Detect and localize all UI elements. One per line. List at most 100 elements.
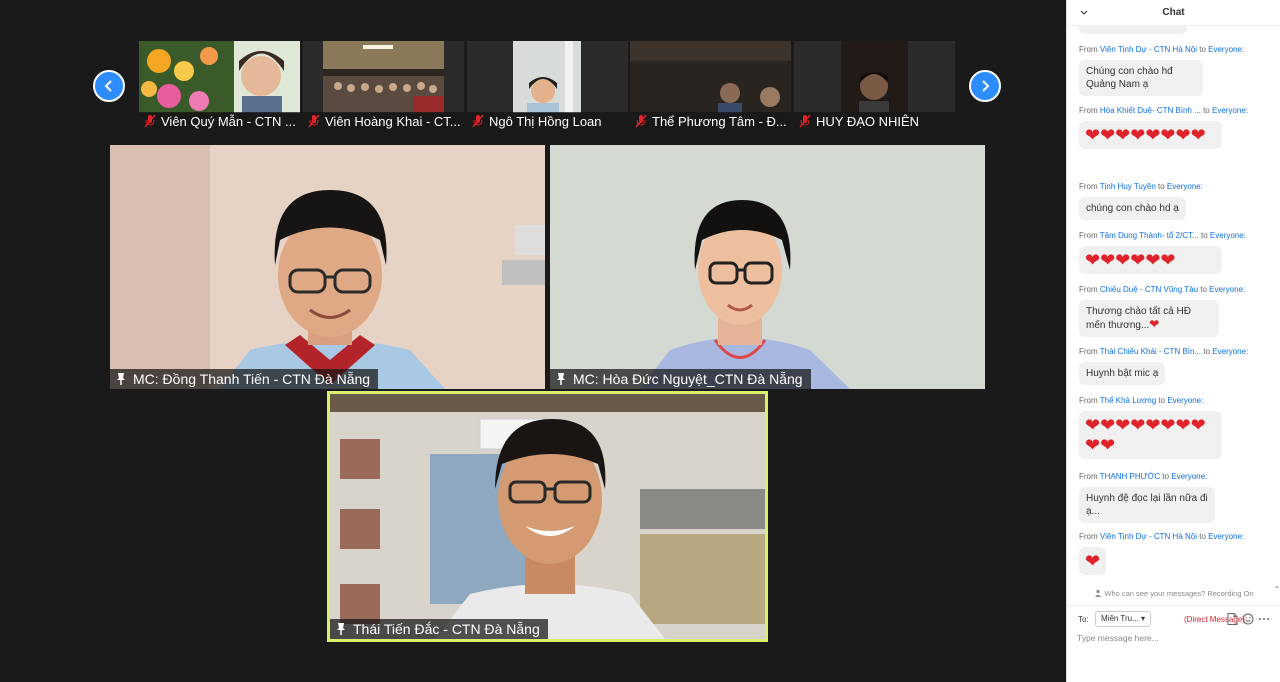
- participant-name: MC: Đồng Thanh Tiến - CTN Đà Nẵng: [133, 371, 371, 387]
- participant-name-bar: Viên Quý Mẫn - CTN ...: [139, 112, 300, 131]
- message-sender[interactable]: THANH PHƯỚC: [1100, 472, 1160, 481]
- chat-message: From THANH PHƯỚC to Everyone: Huynh đệ đ…: [1079, 471, 1275, 523]
- chevron-left-icon: [104, 80, 112, 92]
- message-recipient[interactable]: Everyone:: [1208, 532, 1244, 541]
- participant-video: [139, 41, 300, 113]
- file-icon[interactable]: [1227, 613, 1238, 625]
- message-bubble: Chúng con chào hđ Quảng Nam ạ: [1079, 60, 1203, 96]
- message-header: From Thái Chiếu Khải - CTN Bìn... to Eve…: [1079, 347, 1249, 356]
- prev-page-button[interactable]: [93, 70, 125, 102]
- chat-message: From Tịnh Huy Tuyền to Everyone: chúng c…: [1079, 181, 1275, 220]
- participant-thumbnail[interactable]: Thể Phương Tâm - Đ...: [630, 41, 791, 131]
- participant-name: MC: Hòa Đức Nguyệt_CTN Đà Nẵng: [573, 371, 803, 387]
- participant-video: [330, 394, 765, 639]
- message-recipient[interactable]: Everyone:: [1167, 182, 1203, 191]
- previous-message-bubble: [1079, 26, 1187, 34]
- message-sender[interactable]: Tâm Dung Thành- tổ 2/CT...: [1100, 231, 1199, 240]
- participant-name-bar: Ngô Thị Hồng Loan: [467, 112, 628, 131]
- message-bubble: ❤: [1079, 547, 1107, 575]
- message-recipient[interactable]: Everyone:: [1212, 347, 1248, 356]
- participant-video: [841, 41, 908, 113]
- message-header: From Viên Tịnh Dự - CTN Hà Nội to Everyo…: [1079, 45, 1245, 54]
- participant-name: Thể Phương Tâm - Đ...: [652, 114, 787, 129]
- participant-name: Viên Quý Mẫn - CTN ...: [161, 114, 296, 129]
- chevron-right-icon: [982, 80, 990, 92]
- participant-name: Ngô Thị Hồng Loan: [489, 114, 602, 129]
- participant-name-bar: HUY ĐẠO NHIÊN: [794, 112, 955, 131]
- message-bubble: chúng con chào hd ạ: [1079, 197, 1186, 220]
- privacy-note[interactable]: Who can see your messages? Recording On: [1067, 589, 1280, 598]
- participant-name: Thái Tiến Đắc - CTN Đà Nẵng: [353, 621, 540, 637]
- message-recipient[interactable]: Everyone:: [1210, 231, 1246, 240]
- chevron-down-icon: ▾: [1141, 614, 1146, 623]
- message-header: From THANH PHƯỚC to Everyone:: [1079, 472, 1208, 481]
- participant-video: [323, 41, 444, 113]
- message-sender[interactable]: Tịnh Huy Tuyền: [1100, 182, 1156, 191]
- message-recipient[interactable]: Everyone:: [1208, 45, 1244, 54]
- message-header: From Tịnh Huy Tuyền to Everyone:: [1079, 182, 1203, 191]
- scrollbar-thumb[interactable]: [1275, 586, 1279, 588]
- chat-message: From Thể Khả Lương to Everyone: ❤❤❤❤❤❤❤❤…: [1079, 395, 1275, 459]
- message-sender[interactable]: Viên Tịnh Dự - CTN Hà Nội: [1100, 532, 1197, 541]
- person-icon: [1095, 589, 1102, 597]
- participant-name: Viên Hoàng Khai - CT...: [325, 114, 461, 129]
- mic-muted-icon: [307, 114, 321, 128]
- participant-video: [513, 41, 581, 113]
- message-header: From Chiếu Duệ - CTN Vũng Tàu to Everyon…: [1079, 285, 1246, 294]
- mic-muted-icon: [798, 114, 812, 128]
- message-sender[interactable]: Hòa Khiết Duệ- CTN Bình ...: [1100, 106, 1201, 115]
- chat-title: Chat: [1162, 7, 1185, 18]
- pin-icon: [554, 371, 568, 385]
- video-tile[interactable]: MC: Đồng Thanh Tiến - CTN Đà Nẵng: [110, 145, 545, 389]
- message-sender[interactable]: Thể Khả Lương: [1100, 396, 1156, 405]
- participant-thumbnail[interactable]: Ngô Thị Hồng Loan: [467, 41, 628, 131]
- participant-name-bar: MC: Đồng Thanh Tiến - CTN Đà Nẵng: [110, 369, 379, 389]
- chat-message: From Thái Chiếu Khải - CTN Bìn... to Eve…: [1079, 346, 1275, 385]
- video-area: Viên Quý Mẫn - CTN ... Viên Hoàng Khai -…: [0, 0, 1066, 682]
- video-tile[interactable]: MC: Hòa Đức Nguyệt_CTN Đà Nẵng: [550, 145, 985, 389]
- chat-message: From Hòa Khiết Duệ- CTN Bình ... to Ever…: [1079, 105, 1275, 149]
- chat-scrollbar[interactable]: [1275, 46, 1279, 588]
- participant-thumbnail[interactable]: Viên Hoàng Khai - CT...: [303, 41, 464, 131]
- participant-video: [630, 41, 791, 113]
- participant-video: [550, 145, 985, 389]
- message-header: From Viên Tịnh Dự - CTN Hà Nội to Everyo…: [1079, 532, 1245, 541]
- message-sender[interactable]: Viên Tịnh Dự - CTN Hà Nội: [1100, 45, 1197, 54]
- heart-emoji: ❤: [1149, 317, 1160, 331]
- message-bubble: ❤❤❤❤❤❤❤❤: [1079, 121, 1222, 149]
- participant-name-bar: Viên Hoàng Khai - CT...: [303, 112, 464, 131]
- message-sender[interactable]: Thái Chiếu Khải - CTN Bìn...: [1100, 347, 1201, 356]
- chat-message: From Chiếu Duệ - CTN Vũng Tàu to Everyon…: [1079, 284, 1275, 337]
- next-page-button[interactable]: [969, 70, 1001, 102]
- message-bubble: Thương chào tất cả HĐ mến thương...❤: [1079, 300, 1219, 337]
- message-header: From Hòa Khiết Duệ- CTN Bình ... to Ever…: [1079, 106, 1249, 115]
- message-recipient[interactable]: Everyone:: [1209, 285, 1245, 294]
- mic-muted-icon: [471, 114, 485, 128]
- message-sender[interactable]: Chiếu Duệ - CTN Vũng Tàu: [1100, 285, 1198, 294]
- chat-message: From Tâm Dung Thành- tổ 2/CT... to Every…: [1079, 230, 1275, 274]
- message-bubble: ❤❤❤❤❤❤: [1079, 246, 1222, 274]
- participant-video: [110, 145, 545, 389]
- participant-thumbnail[interactable]: HUY ĐẠO NHIÊN: [794, 41, 955, 131]
- recipient-select[interactable]: Miên Tru... ▾: [1095, 611, 1152, 627]
- chat-message: From Viên Tịnh Dự - CTN Hà Nội to Everyo…: [1079, 44, 1275, 96]
- to-label: To:: [1078, 615, 1089, 624]
- video-tile-active-speaker[interactable]: Thái Tiến Đắc - CTN Đà Nẵng: [327, 391, 768, 642]
- message-recipient[interactable]: Everyone:: [1212, 106, 1248, 115]
- message-bubble: Huynh bật mic ạ: [1079, 362, 1166, 385]
- participant-name: HUY ĐẠO NHIÊN: [816, 114, 920, 129]
- message-bubble: ❤❤❤❤❤❤❤❤❤❤: [1079, 411, 1222, 459]
- mic-muted-icon: [143, 114, 157, 128]
- chat-message-list[interactable]: From Viên Tịnh Dự - CTN Hà Nội to Everyo…: [1067, 26, 1280, 588]
- emoji-icon[interactable]: [1242, 613, 1254, 625]
- message-recipient[interactable]: Everyone:: [1171, 472, 1207, 481]
- message-input[interactable]: [1077, 631, 1272, 645]
- mic-muted-icon: [634, 114, 648, 128]
- message-recipient[interactable]: Everyone:: [1167, 396, 1203, 405]
- participant-thumbnail[interactable]: Viên Quý Mẫn - CTN ...: [139, 41, 300, 131]
- chat-composer: To: Miên Tru... ▾ (Direct Message): [1067, 605, 1280, 682]
- message-header: From Thể Khả Lương to Everyone:: [1079, 396, 1204, 405]
- participant-name-bar: Thái Tiến Đắc - CTN Đà Nẵng: [330, 619, 548, 639]
- more-icon[interactable]: [1258, 613, 1270, 625]
- chat-message: From Viên Tịnh Dự - CTN Hà Nội to Everyo…: [1079, 531, 1275, 575]
